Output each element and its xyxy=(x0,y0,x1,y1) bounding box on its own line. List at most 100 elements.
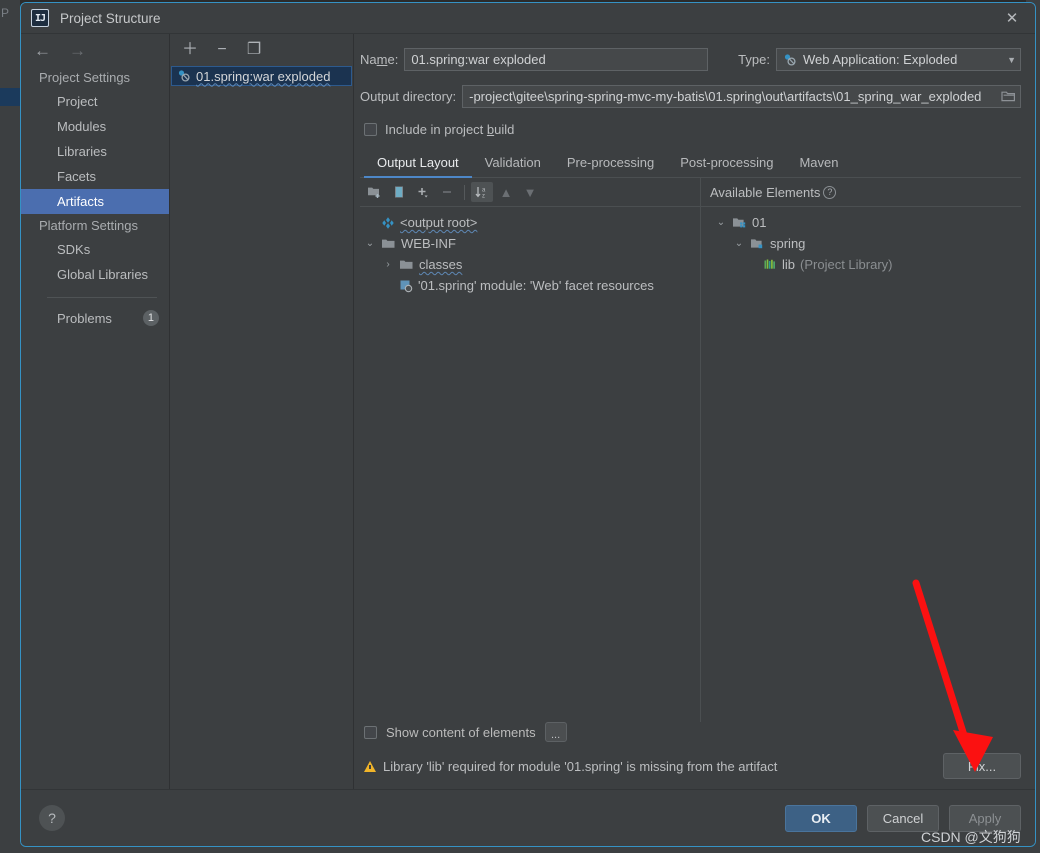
sidebar-item-problems-label: Problems xyxy=(57,310,112,326)
include-in-project-build-checkbox[interactable] xyxy=(364,123,377,136)
available-elements-header: Available Elements ? xyxy=(701,178,1021,207)
help-icon[interactable]: ? xyxy=(39,805,65,831)
tree-node-01[interactable]: ⌄ 01 xyxy=(701,212,1021,233)
warning-triangle-icon xyxy=(364,760,376,772)
name-label: Name: xyxy=(360,52,399,67)
tree-twisty-expanded-icon[interactable]: ⌄ xyxy=(733,238,745,249)
sidebar-item-libraries[interactable]: Libraries xyxy=(21,139,169,164)
artifact-details-panel: Name: 01.spring:war exploded Type: Web A… xyxy=(354,34,1035,789)
sidebar-item-sdks[interactable]: SDKs xyxy=(21,237,169,262)
artifact-list-item-label: 01.spring:war exploded xyxy=(196,68,331,84)
add-artifact-icon[interactable]: ＋ xyxy=(180,40,200,60)
tree-node-web-inf[interactable]: ⌄ WEB-INF xyxy=(360,233,700,254)
dialog-title: Project Structure xyxy=(60,10,161,26)
tree-node-output-root[interactable]: <output root> xyxy=(360,212,700,233)
tab-validation[interactable]: Validation xyxy=(472,151,554,178)
add-copy-of-icon[interactable] xyxy=(412,182,434,202)
include-in-project-build-row[interactable]: Include in project build xyxy=(360,122,1021,137)
tree-twisty-expanded-icon[interactable]: ⌄ xyxy=(364,238,376,249)
sidebar-divider xyxy=(47,297,157,298)
folder-icon[interactable] xyxy=(1001,89,1016,105)
available-elements-title: Available Elements xyxy=(710,184,821,200)
tree-node-spring[interactable]: ⌄ spring xyxy=(701,233,1021,254)
tree-node-classes[interactable]: › classes xyxy=(360,254,700,275)
remove-element-icon[interactable] xyxy=(436,182,458,202)
dialog-titlebar: IJ Project Structure ✕ xyxy=(21,3,1035,33)
artifact-type-value: Web Application: Exploded xyxy=(802,52,958,67)
tree-node-label: lib xyxy=(782,257,796,272)
artifacts-list: 01.spring:war exploded xyxy=(170,66,353,789)
output-directory-label: Output directory: xyxy=(360,89,457,104)
project-structure-dialog: IJ Project Structure ✕ ← → Project Setti… xyxy=(20,2,1036,847)
move-up-icon[interactable]: ▲ xyxy=(495,182,517,202)
tab-post-processing[interactable]: Post-processing xyxy=(667,151,786,178)
show-content-of-elements-label: Show content of elements xyxy=(386,724,536,740)
folder-icon xyxy=(399,258,414,271)
remove-artifact-icon[interactable]: − xyxy=(212,40,232,60)
name-type-row: Name: 01.spring:war exploded Type: Web A… xyxy=(360,48,1021,71)
tree-node-lib[interactable]: lib (Project Library) xyxy=(701,254,1021,275)
show-content-of-elements-checkbox[interactable] xyxy=(364,725,377,739)
tab-output-layout[interactable]: Output Layout xyxy=(364,151,472,178)
artifact-type-dropdown[interactable]: Web Application: Exploded ▼ xyxy=(775,48,1021,71)
problems-count-badge: 1 xyxy=(142,310,159,326)
tree-node-label: 01 xyxy=(752,215,767,230)
available-elements-tree: ⌄ 01 ⌄ spring lib (Project Library) xyxy=(701,207,1021,275)
sidebar-item-modules[interactable]: Modules xyxy=(21,114,169,139)
tab-maven[interactable]: Maven xyxy=(786,151,851,178)
toolbar-divider xyxy=(464,184,465,200)
close-icon[interactable]: ✕ xyxy=(989,3,1035,33)
ide-ghost-label-left: P xyxy=(1,6,10,20)
module-icon xyxy=(750,237,765,250)
question-mark-icon[interactable]: ? xyxy=(823,185,837,199)
back-arrow-icon[interactable]: ← xyxy=(34,42,51,59)
tree-node-facet-resources[interactable]: '01.spring' module: 'Web' facet resource… xyxy=(360,275,700,296)
include-in-project-build-label: Include in project build xyxy=(385,122,515,137)
sidebar-item-global-libraries[interactable]: Global Libraries xyxy=(21,262,169,287)
output-directory-input[interactable]: -project\gitee\spring-spring-mvc-my-bati… xyxy=(462,85,1021,108)
forward-arrow-icon[interactable]: → xyxy=(69,42,86,59)
create-archive-icon[interactable] xyxy=(388,182,410,202)
artifact-name-input[interactable]: 01.spring:war exploded xyxy=(404,48,709,71)
sidebar-item-facets[interactable]: Facets xyxy=(21,164,169,189)
navigation-arrows: ← → xyxy=(21,34,169,66)
folder-icon xyxy=(381,237,396,250)
create-directory-icon[interactable] xyxy=(364,182,386,202)
dialog-body: ← → Project Settings Project Modules Lib… xyxy=(21,33,1035,789)
tree-node-label: WEB-INF xyxy=(401,236,456,251)
fix-button[interactable]: Fix... xyxy=(943,753,1021,779)
sidebar-item-project[interactable]: Project xyxy=(21,89,169,114)
intellij-idea-icon: IJ xyxy=(31,9,49,27)
type-label: Type: xyxy=(738,52,770,67)
module-group-icon xyxy=(732,216,747,229)
svg-text:z: z xyxy=(482,194,485,200)
sort-alphabetically-icon[interactable]: a z xyxy=(471,182,493,202)
artifact-list-item[interactable]: 01.spring:war exploded xyxy=(171,66,352,86)
facet-icon xyxy=(399,279,413,293)
artifact-icon xyxy=(783,53,797,67)
sidebar-group-project-settings: Project Settings xyxy=(39,70,131,85)
artifact-problem-bar: Library 'lib' required for module '01.sp… xyxy=(360,753,1021,779)
tree-twisty-expanded-icon[interactable]: ⌄ xyxy=(715,217,727,228)
artifact-problem-text: Library 'lib' required for module '01.sp… xyxy=(383,758,778,774)
layout-bottom-controls: Show content of elements ... Library 'li… xyxy=(360,722,1021,789)
sidebar-item-problems[interactable]: Problems 1 xyxy=(21,306,169,330)
artifacts-list-panel: ＋ − ❐ 01.spring:war exploded xyxy=(170,34,354,789)
artifact-icon xyxy=(381,216,395,230)
show-content-options-button[interactable]: ... xyxy=(544,722,567,742)
move-down-icon[interactable]: ▼ xyxy=(519,182,541,202)
tree-node-label: classes xyxy=(419,257,463,272)
ok-button[interactable]: OK xyxy=(785,804,857,832)
dialog-footer: ? OK Cancel Apply xyxy=(21,789,1035,846)
tree-node-label: '01.spring' module: 'Web' facet resource… xyxy=(418,278,654,293)
tab-pre-processing[interactable]: Pre-processing xyxy=(554,151,667,178)
sidebar-item-artifacts[interactable]: Artifacts xyxy=(21,189,169,214)
output-directory-row: Output directory: -project\gitee\spring-… xyxy=(360,85,1021,108)
watermark: CSDN @文狗狗 xyxy=(921,829,1021,845)
output-layout-area: a z ▲ ▼ <output root> ⌄ WEB-INF › classe… xyxy=(360,178,1021,722)
ide-left-toolwindow-strip xyxy=(0,0,20,853)
copy-artifact-icon[interactable]: ❐ xyxy=(244,40,264,60)
library-icon xyxy=(763,258,777,271)
tree-node-suffix: (Project Library) xyxy=(800,257,893,272)
tree-twisty-collapsed-icon[interactable]: › xyxy=(382,259,394,270)
